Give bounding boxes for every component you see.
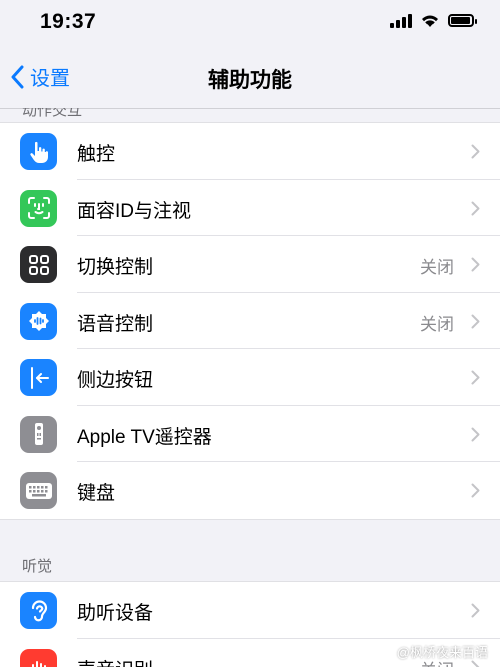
settings-row-label: Apple TV遥控器 (77, 426, 212, 448)
settings-row-switch-control[interactable]: 切换控制 关闭 (0, 236, 500, 293)
settings-row-value: 关闭 (420, 314, 454, 334)
settings-group-interaction: 触控 面容ID与注视 切换控制 关闭 语音控制 关闭 侧边按钮 Apple TV… (0, 122, 500, 520)
switch-control-icon (20, 246, 57, 283)
tv-remote-icon (20, 415, 57, 453)
chevron-right-icon (471, 483, 480, 498)
page-title: 辅助功能 (208, 69, 292, 92)
chevron-right-icon (471, 144, 480, 159)
settings-row-label: 侧边按钮 (77, 370, 154, 391)
hand-tap-icon (20, 133, 57, 170)
settings-row-side-button[interactable]: 侧边按钮 (0, 349, 500, 406)
settings-row-label: 切换控制 (77, 257, 154, 278)
chevron-right-icon (471, 201, 480, 215)
settings-row-hearing-devices[interactable]: 助听设备 (0, 582, 500, 639)
settings-row-keyboard[interactable]: 键盘 (0, 462, 500, 519)
status-time: 19:37 (40, 10, 97, 33)
settings-row-label: 声音识别 (77, 655, 153, 667)
settings-row-label: 面容ID与注视 (77, 200, 192, 222)
chevron-right-icon (471, 603, 480, 618)
section-header-hearing: 听觉 (22, 558, 53, 575)
status-icons (390, 13, 477, 28)
settings-row-face-id[interactable]: 面容ID与注视 (0, 180, 500, 236)
wifi-icon (422, 15, 438, 27)
settings-row-label: 键盘 (77, 483, 116, 504)
voice-control-icon (20, 302, 57, 340)
settings-row-label: 助听设备 (77, 603, 154, 624)
settings-row-value: 关闭 (420, 258, 454, 277)
navigation-bar: 设置 辅助功能 (0, 44, 500, 109)
ear-icon (20, 592, 57, 629)
section-header-interaction: 动作交互 (22, 108, 83, 119)
settings-row-label: 语音控制 (77, 313, 154, 335)
chevron-right-icon (471, 257, 480, 272)
settings-row-touch[interactable]: 触控 (0, 123, 500, 180)
chevron-right-icon (471, 370, 480, 385)
face-id-icon (20, 189, 57, 227)
side-button-icon (20, 359, 57, 396)
watermark: @枫桥夜来百语 (396, 645, 488, 660)
settings-list[interactable]: 动作交互 触控 面容ID与注视 切换控制 关闭 语音控制 关闭 侧边按钮 App… (0, 108, 500, 667)
battery-icon (448, 14, 477, 27)
chevron-right-icon (471, 314, 480, 328)
settings-row-voice-control[interactable]: 语音控制 关闭 (0, 293, 500, 349)
keyboard-icon (20, 472, 57, 509)
settings-row-apple-tv-remote[interactable]: Apple TV遥控器 (0, 406, 500, 462)
cellular-signal-icon (390, 13, 412, 28)
sound-recognition-icon (20, 648, 57, 667)
settings-row-label: 触控 (77, 144, 116, 165)
chevron-right-icon (471, 427, 480, 441)
status-bar: 19:37 (0, 0, 500, 44)
